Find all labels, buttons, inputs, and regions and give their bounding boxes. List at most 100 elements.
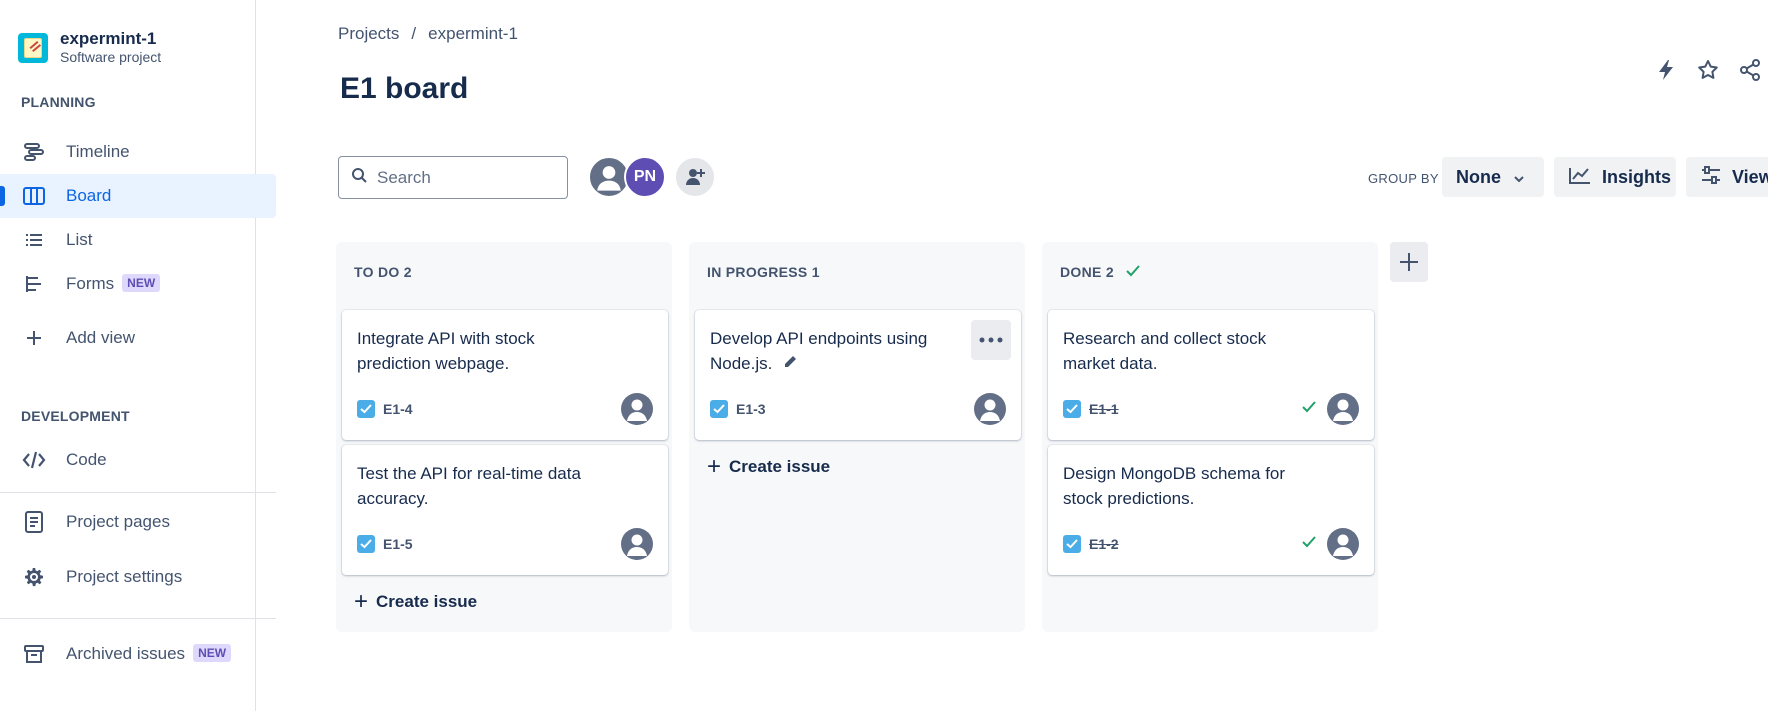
column-title: TO DO 2	[354, 264, 412, 280]
assignee-avatar-icon[interactable]	[621, 528, 653, 560]
assignee-avatar-icon[interactable]	[1327, 393, 1359, 425]
issue-key[interactable]: E1-3	[736, 401, 766, 417]
plus-icon	[1400, 253, 1418, 271]
done-check-icon	[1302, 400, 1316, 418]
avatar-pn[interactable]: PN	[624, 156, 666, 198]
board-column-todo: TO DO 2 Integrate API with stock predict…	[336, 242, 672, 632]
sidebar-item-label: Project pages	[66, 512, 170, 531]
plus-icon: +	[707, 453, 722, 480]
insights-icon	[1568, 165, 1592, 190]
sidebar: expermint-1 Software project PLANNING Ti…	[0, 0, 276, 711]
page-title: E1 board	[340, 72, 469, 105]
sidebar-item-board[interactable]: Board	[0, 174, 276, 218]
group-by-label: GROUP BY	[1368, 171, 1439, 186]
issue-key[interactable]: E1-4	[383, 401, 413, 417]
chevron-down-icon	[1513, 167, 1525, 188]
timeline-icon	[22, 140, 46, 164]
star-icon[interactable]	[1694, 56, 1722, 84]
sidebar-item-label: Code	[66, 450, 107, 469]
search-input[interactable]	[377, 167, 557, 188]
column-title: DONE 2	[1060, 264, 1114, 280]
board-icon	[22, 184, 46, 208]
sidebar-item-label: List	[66, 230, 93, 249]
sidebar-item-label: Board	[66, 186, 112, 205]
plus-icon: +	[354, 588, 369, 615]
assignee-avatar-icon[interactable]	[621, 393, 653, 425]
share-icon[interactable]	[1736, 56, 1764, 84]
new-badge: NEW	[122, 274, 161, 292]
sliders-icon	[1700, 165, 1722, 190]
project-header[interactable]: expermint-1 Software project	[18, 30, 161, 66]
board-column-done: DONE 2 Research and collect stock market…	[1042, 242, 1378, 632]
sidebar-item-forms[interactable]: Forms NEW	[0, 262, 276, 306]
code-icon	[22, 448, 46, 472]
sidebar-item-project-settings[interactable]: Project settings	[0, 555, 276, 599]
issue-key[interactable]: E1-2	[1089, 536, 1119, 552]
add-column-button[interactable]	[1390, 242, 1428, 282]
create-issue-label: Create issue	[376, 592, 478, 611]
add-person-icon	[686, 169, 705, 185]
create-issue-button[interactable]: + Create issue	[707, 453, 831, 480]
new-badge: NEW	[193, 644, 232, 662]
issue-card[interactable]: Research and collect stock market data. …	[1048, 310, 1374, 440]
issue-card[interactable]: Test the API for real-time data accuracy…	[342, 445, 668, 575]
breadcrumb-project[interactable]: expermint-1	[428, 24, 518, 44]
search-icon	[351, 167, 367, 188]
breadcrumb: Projects / expermint-1	[338, 24, 518, 44]
issue-summary: Test the API for real-time data accuracy…	[357, 464, 581, 508]
search-field[interactable]	[338, 156, 568, 199]
sidebar-item-label: Timeline	[66, 142, 130, 161]
sidebar-item-code[interactable]: Code	[0, 438, 276, 482]
more-actions-button[interactable]	[971, 320, 1011, 360]
development-heading: DEVELOPMENT	[21, 408, 130, 424]
sidebar-divider	[0, 492, 276, 493]
issue-summary: Integrate API with stock prediction webp…	[357, 329, 535, 373]
breadcrumb-projects[interactable]: Projects	[338, 24, 399, 44]
done-check-icon	[1302, 535, 1316, 553]
create-issue-label: Create issue	[729, 457, 831, 476]
task-type-icon	[357, 535, 375, 553]
board-column-in-progress: IN PROGRESS 1 Develop API endpoints usin…	[689, 242, 1025, 632]
column-title: IN PROGRESS 1	[707, 264, 820, 280]
issue-card[interactable]: Integrate API with stock prediction webp…	[342, 310, 668, 440]
sidebar-item-project-pages[interactable]: Project pages	[0, 500, 276, 544]
project-avatar-icon	[18, 33, 48, 63]
sidebar-divider	[0, 618, 276, 619]
issue-summary: Develop API endpoints using Node.js.	[710, 329, 928, 373]
task-type-icon	[1063, 400, 1081, 418]
create-issue-button[interactable]: + Create issue	[354, 588, 478, 615]
add-people-button[interactable]	[674, 156, 716, 198]
group-by-dropdown[interactable]: None	[1442, 157, 1544, 197]
sidebar-item-label: Project settings	[66, 567, 183, 586]
active-indicator	[0, 186, 5, 206]
forms-icon	[22, 272, 46, 296]
edit-pencil-icon[interactable]	[783, 354, 797, 373]
task-type-icon	[710, 400, 728, 418]
sidebar-item-list[interactable]: List	[0, 218, 276, 262]
planning-heading: PLANNING	[21, 94, 96, 110]
header-actions	[1652, 56, 1764, 84]
done-check-icon	[1126, 264, 1140, 280]
archive-icon	[22, 642, 46, 666]
view-label: View	[1732, 166, 1768, 187]
assignee-avatar-icon[interactable]	[1327, 528, 1359, 560]
assignee-avatar-icon[interactable]	[974, 393, 1006, 425]
task-type-icon	[1063, 535, 1081, 553]
issue-key[interactable]: E1-5	[383, 536, 413, 552]
lightning-icon[interactable]	[1652, 56, 1680, 84]
sidebar-item-timeline[interactable]: Timeline	[0, 130, 276, 174]
issue-key[interactable]: E1-1	[1089, 401, 1119, 417]
sidebar-item-add-view[interactable]: Add view	[0, 316, 276, 360]
task-type-icon	[357, 400, 375, 418]
insights-label: Insights	[1602, 166, 1672, 187]
sidebar-item-label: Forms	[66, 274, 115, 293]
view-settings-button[interactable]: View	[1686, 157, 1768, 197]
assignee-filter: PN	[588, 156, 716, 198]
issue-card[interactable]: Design MongoDB schema for stock predicti…	[1048, 445, 1374, 575]
insights-button[interactable]: Insights	[1554, 157, 1676, 197]
sidebar-item-archived-issues[interactable]: Archived issues NEW	[0, 632, 276, 676]
pages-icon	[22, 510, 46, 534]
project-type: Software project	[60, 49, 162, 65]
group-by-value: None	[1456, 166, 1501, 187]
issue-card[interactable]: Develop API endpoints using Node.js. E1-…	[695, 310, 1021, 440]
